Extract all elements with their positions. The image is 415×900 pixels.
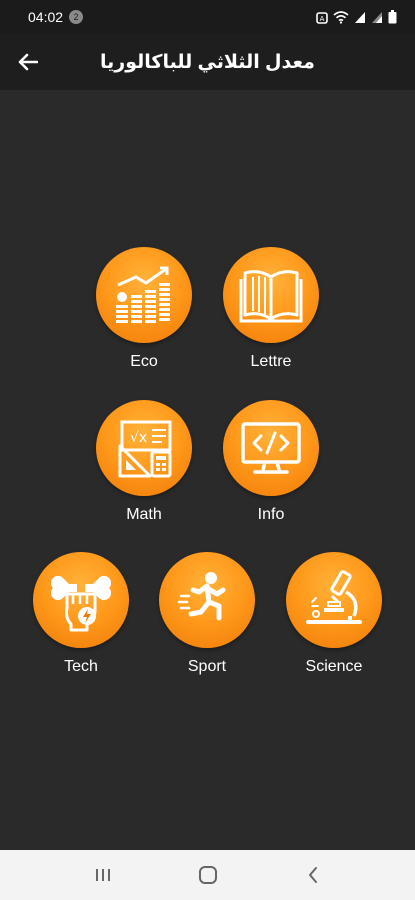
tile-tech-label: Tech — [64, 658, 98, 675]
svg-text:A: A — [320, 15, 325, 23]
tile-info-label: Info — [257, 506, 285, 523]
wifi-icon — [333, 10, 349, 24]
alarm-icon: A — [316, 11, 328, 24]
app-bar: معدل الثلاثي للباكالوريا — [0, 34, 415, 90]
signal-icon — [372, 11, 382, 23]
battery-icon — [388, 10, 397, 24]
back-button[interactable] — [0, 34, 56, 90]
open-book-icon — [239, 270, 303, 323]
notification-count-badge: 2 — [69, 10, 84, 24]
system-nav-bar — [0, 850, 415, 900]
home-icon — [198, 866, 217, 884]
computer-code-icon — [241, 422, 301, 474]
microscope-icon — [306, 570, 362, 624]
arrow-left-icon — [18, 53, 38, 71]
tile-tech-circle[interactable] — [33, 552, 129, 648]
tile-eco-label: Eco — [130, 353, 158, 370]
wrench-fist-icon — [50, 575, 112, 632]
status-icons: A — [316, 10, 397, 24]
tile-sport-circle[interactable] — [159, 552, 255, 648]
tile-science-circle[interactable] — [286, 552, 382, 648]
tile-math-label: Math — [126, 506, 162, 523]
tile-math-circle[interactable]: √x — [96, 400, 192, 496]
tile-eco[interactable]: Eco — [89, 247, 199, 371]
tile-info[interactable]: Info — [216, 400, 326, 524]
tile-lettre[interactable]: Lettre — [216, 247, 326, 371]
tile-sport[interactable]: Sport — [152, 552, 262, 676]
tile-math[interactable]: √x Math — [89, 400, 199, 524]
main-content: Eco Lettre √x Math Info Tech Sport Scien… — [0, 90, 415, 850]
tile-info-circle[interactable] — [223, 400, 319, 496]
math-tools-icon: √x — [118, 420, 172, 478]
tile-lettre-circle[interactable] — [223, 247, 319, 343]
chart-growth-icon — [116, 266, 170, 323]
tile-tech[interactable]: Tech — [26, 552, 136, 676]
page-title: معدل الثلاثي للباكالوريا — [100, 51, 315, 73]
system-back-button[interactable] — [283, 855, 343, 895]
tile-science[interactable]: Science — [279, 552, 389, 676]
svg-text:√x: √x — [130, 430, 147, 446]
tile-sport-label: Sport — [187, 658, 227, 675]
status-time: 04:02 — [28, 9, 64, 25]
tile-lettre-label: Lettre — [250, 353, 292, 370]
signal-icon — [355, 11, 365, 23]
recent-apps-icon — [95, 869, 110, 881]
home-button[interactable] — [178, 855, 238, 895]
back-icon — [308, 867, 317, 883]
tile-eco-circle[interactable] — [96, 247, 192, 343]
recent-apps-button[interactable] — [73, 855, 133, 895]
status-bar: 04:02 2 A — [0, 0, 415, 34]
runner-icon — [177, 572, 226, 621]
tile-science-label: Science — [305, 658, 363, 675]
